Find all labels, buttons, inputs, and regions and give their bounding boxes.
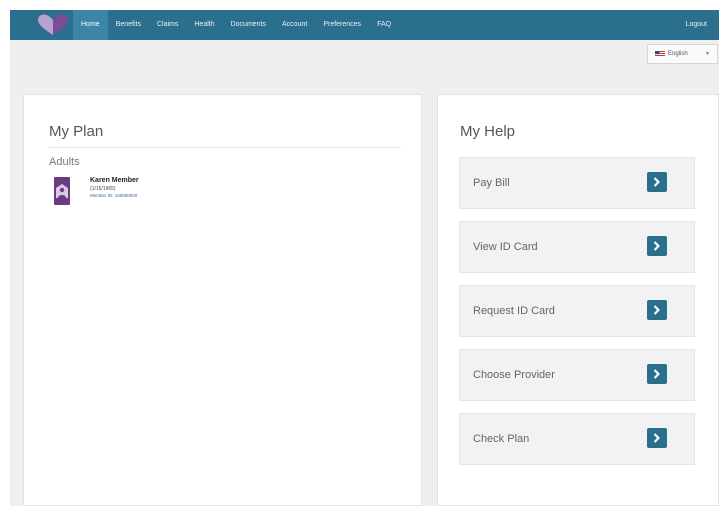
help-item-check-plan[interactable]: Check Plan [459,413,695,465]
adults-section-label: Adults [49,156,80,168]
help-item-view-id-card[interactable]: View ID Card [459,221,695,273]
help-item-label: Check Plan [473,433,530,445]
nav-preferences[interactable]: Preferences [315,10,369,40]
nav-health[interactable]: Health [186,10,222,40]
us-flag-icon [655,51,665,57]
help-item-request-id-card[interactable]: Request ID Card [459,285,695,337]
member-avatar [54,177,70,205]
my-help-card: My Help Pay Bill View ID Card Request ID… [437,94,719,506]
logout-link[interactable]: Logout [686,10,707,40]
top-nav-bar: Home Benefits Claims Health Documents Ac… [10,10,719,40]
help-item-label: Pay Bill [473,177,510,189]
member-card[interactable]: Karen Member (1/15/1965) Member ID: 1000… [54,177,179,211]
help-item-label: Request ID Card [473,305,555,317]
language-select[interactable]: English ▼ [647,44,718,64]
my-help-title: My Help [460,123,516,140]
chevron-right-button[interactable] [647,300,667,320]
nav-home[interactable]: Home [73,10,108,40]
chevron-right-icon [653,369,660,379]
chevron-right-button[interactable] [647,428,667,448]
nav-benefits[interactable]: Benefits [108,10,149,40]
app-frame: Home Benefits Claims Health Documents Ac… [10,10,719,506]
chevron-right-button[interactable] [647,172,667,192]
chevron-right-icon [653,177,660,187]
title-divider [49,147,401,148]
nav-account[interactable]: Account [274,10,315,40]
help-item-label: Choose Provider [473,369,555,381]
chevron-right-icon [653,305,660,315]
nav-faq[interactable]: FAQ [369,10,399,40]
my-plan-title: My Plan [49,123,104,140]
help-item-pay-bill[interactable]: Pay Bill [459,157,695,209]
language-select-value: English [668,51,688,57]
nav-documents[interactable]: Documents [223,10,274,40]
chevron-right-button[interactable] [647,364,667,384]
chevron-right-icon [653,241,660,251]
member-name: Karen Member [90,177,139,184]
chevron-right-icon [653,433,660,443]
my-plan-card: My Plan Adults Karen Member (1/15/1965) … [23,94,422,506]
caret-down-icon: ▼ [705,51,710,57]
heart-logo-icon[interactable] [34,13,72,37]
nav-claims[interactable]: Claims [149,10,186,40]
help-item-label: View ID Card [473,241,538,253]
person-icon [56,184,68,198]
member-dob: (1/15/1965) [90,186,116,192]
member-id: Member ID: 100000000 [90,193,138,198]
main-nav: Home Benefits Claims Health Documents Ac… [73,10,399,40]
chevron-right-button[interactable] [647,236,667,256]
help-item-choose-provider[interactable]: Choose Provider [459,349,695,401]
